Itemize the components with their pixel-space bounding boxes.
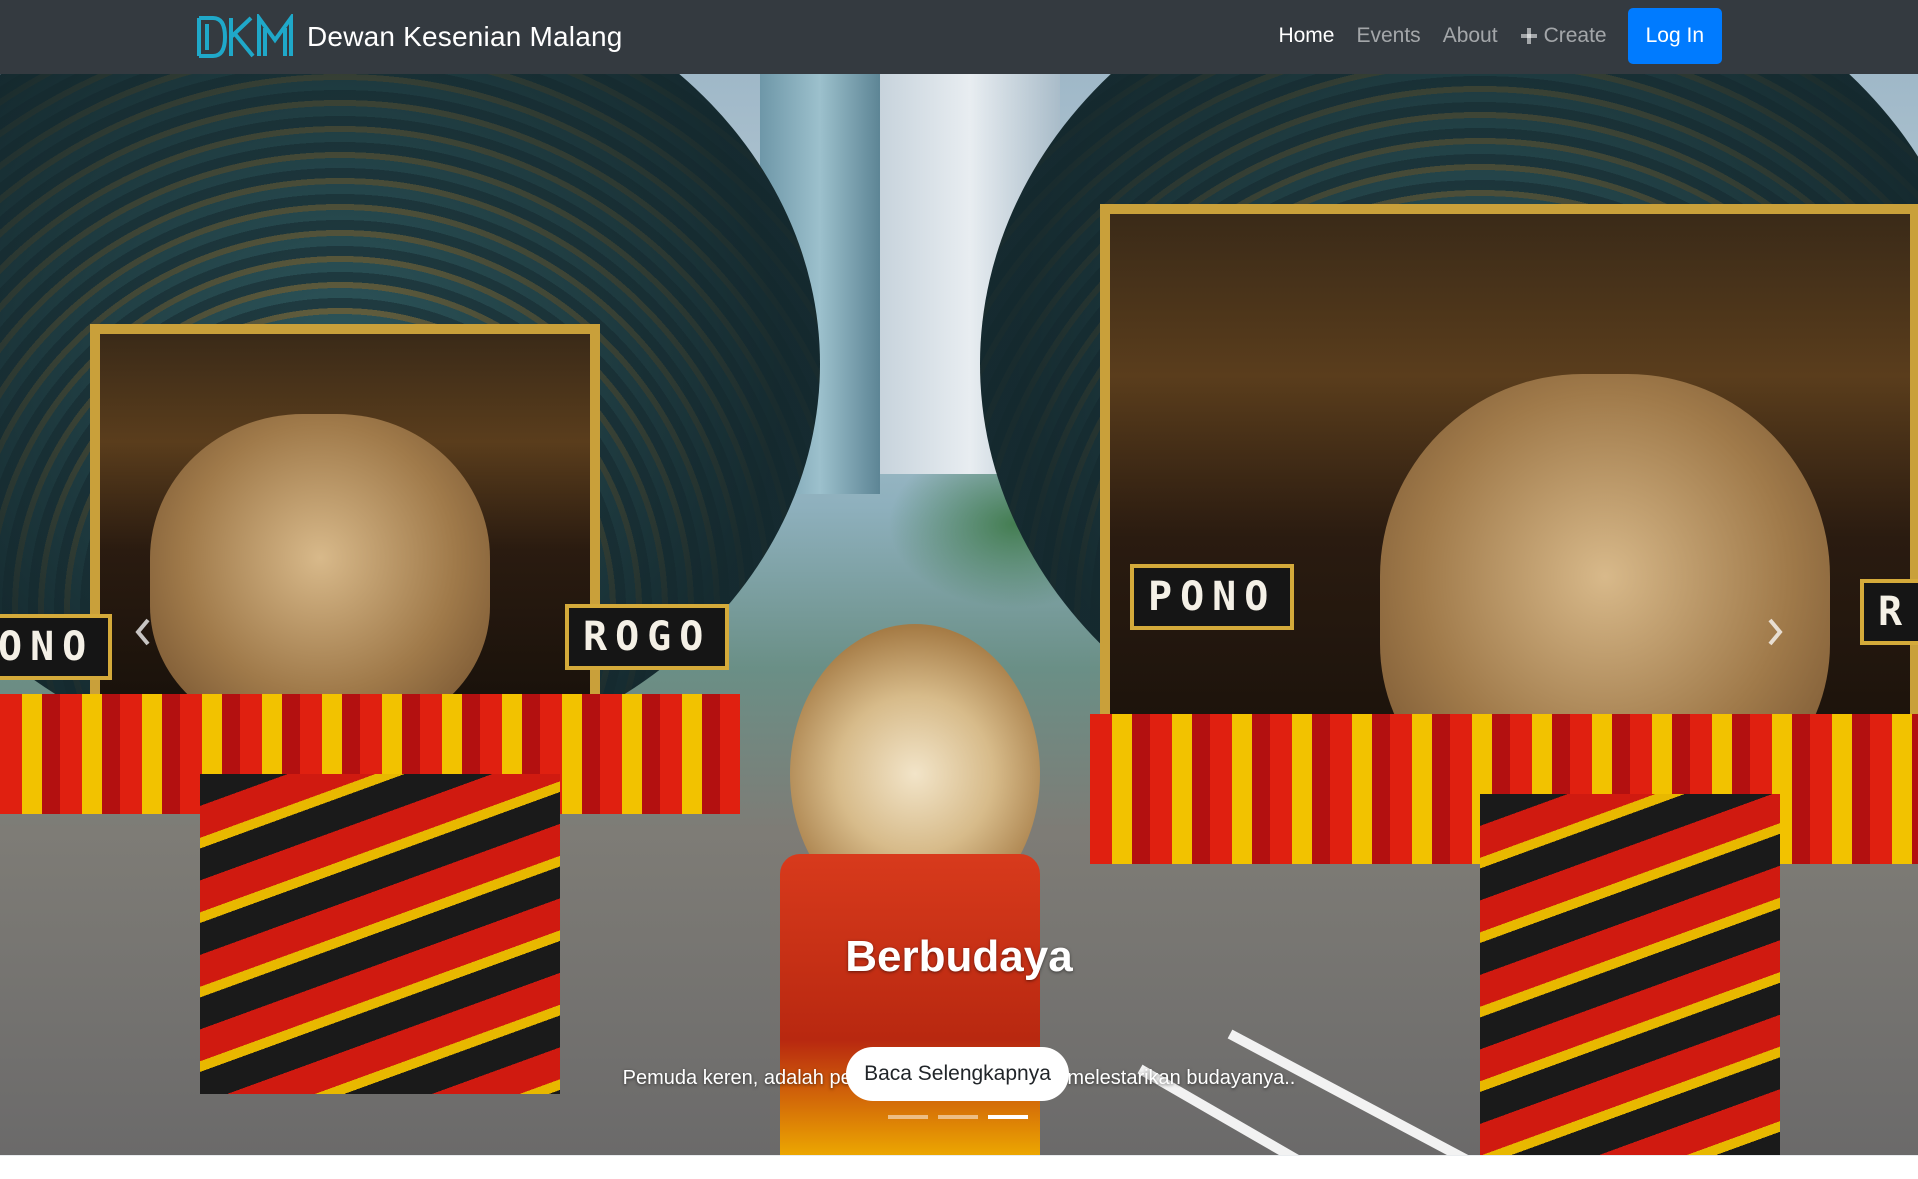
page-content-start [0,1155,1918,1179]
hero-carousel: ONO ROGO PONO R Berbudaya Pemuda keren, … [0,74,1918,1155]
carousel-caption-title: Berbudaya [845,932,1073,981]
carousel-prev-button[interactable] [128,612,158,652]
nav-menu: Home Events About Create Log In [1267,8,1722,64]
banner-label: ONO [0,614,113,680]
road-line [1227,1029,1515,1155]
carousel-indicator-1[interactable] [888,1115,928,1119]
banner-label: R [1860,579,1918,645]
brand-title: Dewan Kesenian Malang [307,21,623,52]
banner-label: PONO [1130,564,1295,630]
nav-create-label: Create [1543,24,1607,47]
dkm-logo-icon [197,14,293,58]
nav-home[interactable]: Home [1267,24,1345,48]
chevron-left-icon [135,618,150,646]
chevron-right-icon [1768,618,1783,646]
banner-label: ROGO [565,604,730,670]
nav-create[interactable]: Create [1509,24,1618,48]
login-button[interactable]: Log In [1627,8,1722,64]
lion-head-left [150,414,490,734]
brand-link[interactable]: Dewan Kesenian Malang [195,12,623,62]
plus-icon [1520,27,1538,45]
dancer-body [780,854,1040,1155]
nav-events[interactable]: Events [1345,24,1431,48]
carousel-slide-image: ONO ROGO PONO R [0,74,1918,1155]
top-navbar: Dewan Kesenian Malang Home Events About … [0,0,1918,74]
carousel-indicators [888,1115,1028,1119]
read-more-button[interactable]: Baca Selengkapnya [846,1047,1069,1101]
carousel-next-button[interactable] [1760,612,1790,652]
nav-about[interactable]: About [1432,24,1509,48]
carousel-indicator-2[interactable] [938,1115,978,1119]
carousel-indicator-3[interactable] [988,1115,1028,1119]
